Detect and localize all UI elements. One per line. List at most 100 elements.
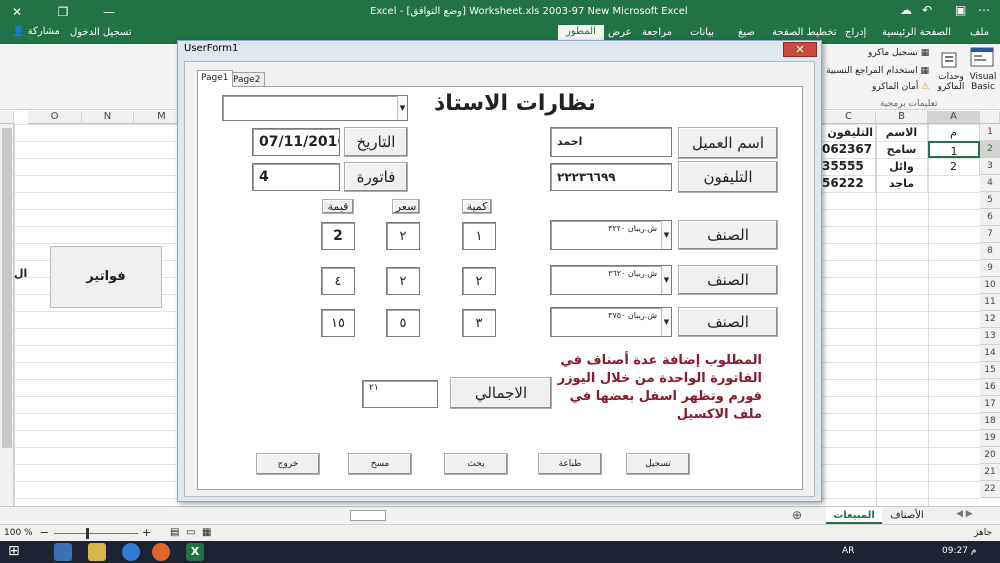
sheet-tab-sales[interactable]: المبيعات [826, 507, 882, 524]
total-field[interactable]: ٢١ [362, 380, 438, 408]
userform-close-icon[interactable]: ✕ [783, 42, 817, 57]
row-header[interactable]: 5 [980, 192, 1000, 209]
client-label-button[interactable]: اسم العميل [678, 127, 778, 159]
tab-file[interactable]: ملف [970, 27, 989, 38]
vertical-scrollbar[interactable] [0, 124, 14, 506]
search-button[interactable]: بحث [444, 453, 508, 475]
row-header[interactable]: 22 [980, 481, 1000, 498]
add-sheet-icon[interactable]: ⊕ [792, 508, 802, 522]
invoice-label-button[interactable]: فاتورة [344, 162, 408, 192]
ribbon-display-icon[interactable]: ☁ [900, 3, 912, 17]
macro-security-button[interactable]: ⚠ أمان الماكرو [872, 82, 929, 92]
cell-a2-selected[interactable]: 1 [928, 141, 980, 158]
row-header[interactable]: 3 [980, 158, 1000, 175]
row-header[interactable]: 6 [980, 209, 1000, 226]
row-header[interactable]: 4 [980, 175, 1000, 192]
row-header[interactable]: 7 [980, 226, 1000, 243]
visual-basic-button[interactable]: Visual Basic [966, 72, 1000, 92]
minimize-window-icon[interactable]: — [96, 2, 122, 22]
cell-b1[interactable]: الاسم [876, 124, 928, 141]
undo-icon[interactable]: ↶ [922, 3, 932, 17]
relative-references-button[interactable]: ▦ استخدام المراجع النسبية [826, 66, 929, 76]
column-header-o[interactable]: O [28, 111, 82, 124]
column-header-b[interactable]: B [876, 111, 928, 124]
row-header[interactable]: 1 [980, 124, 1000, 141]
item2-value-field[interactable]: ٤ [321, 267, 355, 295]
row-header[interactable]: 8 [980, 243, 1000, 260]
item1-value-field[interactable]: 2 [321, 222, 355, 250]
item1-qty-field[interactable]: ١ [462, 222, 496, 250]
row-header[interactable]: 17 [980, 396, 1000, 413]
tab-review[interactable]: مراجعة [642, 27, 672, 38]
zoom-level[interactable]: 100 % [4, 528, 33, 538]
tab-data[interactable]: بيانات [690, 27, 714, 38]
tab-page2[interactable]: Page2 [229, 72, 265, 87]
sheet-nav-icon[interactable]: ◀ ▶ [956, 509, 973, 519]
item3-value-field[interactable]: ١٥ [321, 309, 355, 337]
row-header[interactable]: 12 [980, 311, 1000, 328]
page-break-view-icon[interactable]: ▤ [170, 527, 179, 538]
select-all-corner[interactable] [0, 111, 14, 124]
chevron-down-icon[interactable]: ▼ [397, 96, 407, 120]
tab-page-layout[interactable]: تخطيط الصفحة [772, 27, 837, 38]
cell-b3[interactable]: وائل [876, 158, 928, 175]
item1-price-field[interactable]: ٢ [386, 222, 420, 250]
cell-c2[interactable]: 062367 [822, 141, 876, 158]
row-header[interactable]: 10 [980, 277, 1000, 294]
client-name-field[interactable]: احمد [550, 127, 672, 157]
row-header[interactable]: 20 [980, 447, 1000, 464]
folder-icon[interactable] [88, 543, 106, 561]
zoom-in-icon[interactable]: + [142, 526, 151, 539]
page-layout-view-icon[interactable]: ▭ [186, 527, 195, 538]
firefox-icon[interactable] [152, 543, 170, 561]
date-label-button[interactable]: التاريخ [344, 127, 408, 157]
item3-price-field[interactable]: ٥ [386, 309, 420, 337]
tab-insert[interactable]: إدراج [845, 27, 866, 38]
browser-icon[interactable] [54, 543, 72, 561]
zoom-out-icon[interactable]: − [40, 526, 49, 539]
quick-access-icon[interactable]: ⋯ [978, 3, 990, 17]
visual-basic-icon[interactable] [968, 46, 996, 72]
share-button[interactable]: 👤 مشاركة [12, 26, 60, 37]
zoom-slider-thumb[interactable] [86, 528, 89, 539]
item3-combo[interactable]: ش.ريبان ٣٧٥٠ ▼ [550, 307, 672, 337]
row-header[interactable]: 16 [980, 379, 1000, 396]
row-header[interactable]: 9 [980, 260, 1000, 277]
close-window-icon[interactable]: ✕ [4, 2, 30, 22]
item2-label-button[interactable]: الصنف [678, 265, 778, 295]
normal-view-icon[interactable]: ▦ [202, 527, 211, 538]
chevron-down-icon[interactable]: ▼ [661, 308, 671, 336]
media-icon[interactable] [122, 543, 140, 561]
row-header[interactable]: 11 [980, 294, 1000, 311]
record-macro-button[interactable]: ▦ تسجيل ماكرو [868, 48, 929, 58]
invoice-number-field[interactable]: 4 [252, 163, 340, 191]
print-button[interactable]: طباعة [538, 453, 602, 475]
tab-formulas[interactable]: صيغ [738, 27, 755, 38]
row-header[interactable]: 14 [980, 345, 1000, 362]
start-icon[interactable]: ⊞ [8, 543, 20, 559]
zoom-slider[interactable] [54, 533, 138, 534]
save-record-button[interactable]: تسجيل [626, 453, 690, 475]
sheet-tab-items[interactable]: الأصناف [882, 507, 932, 524]
date-field[interactable]: 07/11/2016 [252, 128, 340, 156]
row-header[interactable]: 19 [980, 430, 1000, 447]
top-combo[interactable]: ▼ [222, 95, 408, 121]
chevron-down-icon[interactable]: ▼ [661, 221, 671, 249]
item3-label-button[interactable]: الصنف [678, 307, 778, 337]
phone-field[interactable]: ٢٢٢٣٦٦٩٩ [550, 163, 672, 191]
item3-qty-field[interactable]: ٣ [462, 309, 496, 337]
cell-a1[interactable]: م [928, 124, 980, 141]
item2-qty-field[interactable]: ٢ [462, 267, 496, 295]
total-label-button[interactable]: الاجمالي [450, 377, 552, 409]
macros-button[interactable]: وحدات الماكرو [934, 72, 968, 92]
column-header-c[interactable]: C [822, 111, 876, 124]
tab-page1[interactable]: Page1 [197, 70, 233, 87]
restore-window-icon[interactable]: ❐ [50, 2, 76, 22]
cell-a3[interactable]: 2 [928, 158, 980, 175]
row-header[interactable]: 21 [980, 464, 1000, 481]
invoices-sheet-button[interactable]: فواتير [50, 246, 162, 308]
login-link[interactable]: تسجيل الدخول [70, 27, 132, 38]
save-icon[interactable]: ▣ [955, 3, 966, 17]
tab-home[interactable]: الصفحة الرئيسية [882, 27, 951, 38]
column-header-a[interactable]: A [928, 111, 980, 124]
